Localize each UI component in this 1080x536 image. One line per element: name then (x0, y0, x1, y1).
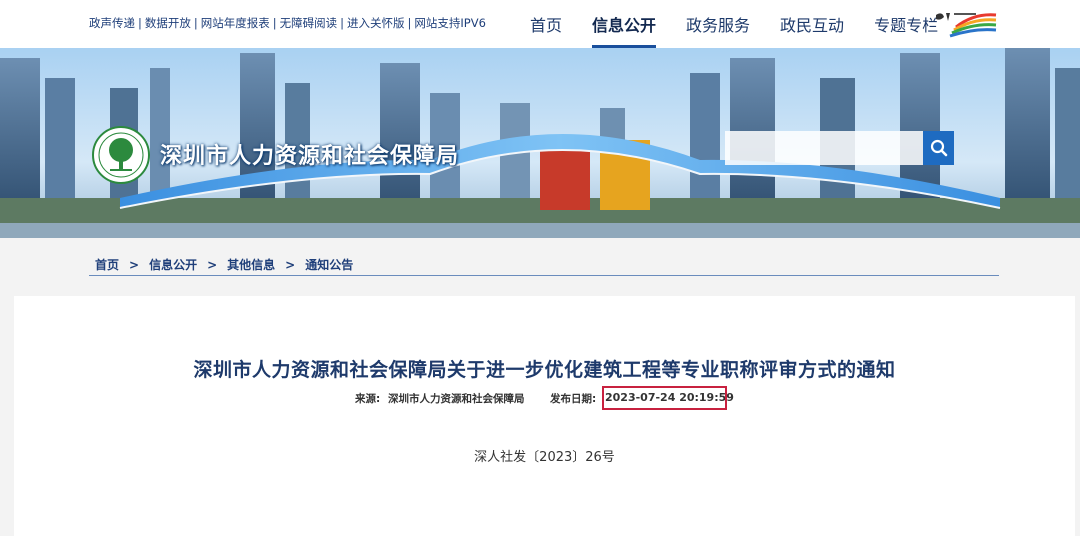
date-label: 发布日期: (550, 393, 597, 405)
nav-public-interaction[interactable]: 政民互动 (780, 12, 844, 38)
search-button[interactable] (923, 131, 954, 165)
source-label: 来源: (355, 393, 381, 405)
nav-government-services[interactable]: 政务服务 (686, 12, 750, 38)
breadcrumb-other-info[interactable]: 其他信息 (227, 258, 275, 272)
search-icon (930, 139, 947, 157)
breadcrumb-notices[interactable]: 通知公告 (305, 258, 353, 272)
breadcrumb: 首页 > 信息公开 > 其他信息 > 通知公告 (95, 258, 354, 272)
util-link-data-open[interactable]: 数据开放 (145, 16, 191, 30)
shenzhen-china-logo[interactable] (934, 9, 998, 39)
utility-links: 政声传递 | 数据开放 | 网站年度报表 | 无障碍阅读 | 进入关怀版 | 网站支持IPV6 (89, 16, 486, 30)
nav-home[interactable]: 首页 (530, 12, 562, 38)
search-input[interactable] (725, 131, 925, 165)
tree-emblem-icon (92, 126, 150, 184)
main-nav: 首页 信息公开 政务服务 政民互动 专题专栏 (530, 12, 968, 48)
breadcrumb-home[interactable]: 首页 (95, 258, 119, 272)
article-title: 深圳市人力资源和社会保障局关于进一步优化建筑工程等专业职称评审方式的通知 (193, 359, 896, 381)
bureau-name: 深圳市人力资源和社会保障局 (160, 144, 460, 169)
article-panel: 深圳市人力资源和社会保障局关于进一步优化建筑工程等专业职称评审方式的通知 来源:… (14, 296, 1075, 536)
date-highlight-box (602, 386, 727, 410)
breadcrumb-info-disclosure[interactable]: 信息公开 (149, 258, 197, 272)
top-bar: 政声传递 | 数据开放 | 网站年度报表 | 无障碍阅读 | 进入关怀版 | 网站支持IPV6 首页… (0, 0, 1080, 48)
source-value: 深圳市人力资源和社会保障局 (388, 393, 525, 405)
util-link-accessible-reading[interactable]: 无障碍阅读 (280, 16, 338, 30)
document-number: 深人社发〔2023〕26号 (474, 450, 615, 465)
breadcrumb-bar: 首页 > 信息公开 > 其他信息 > 通知公告 (89, 238, 999, 276)
util-link-care-version[interactable]: 进入关怀版 (347, 16, 405, 30)
util-link-news[interactable]: 政声传递 (89, 16, 135, 30)
util-link-ipv6[interactable]: 网站支持IPV6 (414, 16, 486, 30)
banner: 深圳市人力资源和社会保障局 (0, 48, 1080, 238)
nav-info-disclosure[interactable]: 信息公开 (592, 12, 657, 48)
util-link-annual-report[interactable]: 网站年度报表 (201, 16, 270, 30)
nav-special-topics[interactable]: 专题专栏 (874, 12, 938, 38)
